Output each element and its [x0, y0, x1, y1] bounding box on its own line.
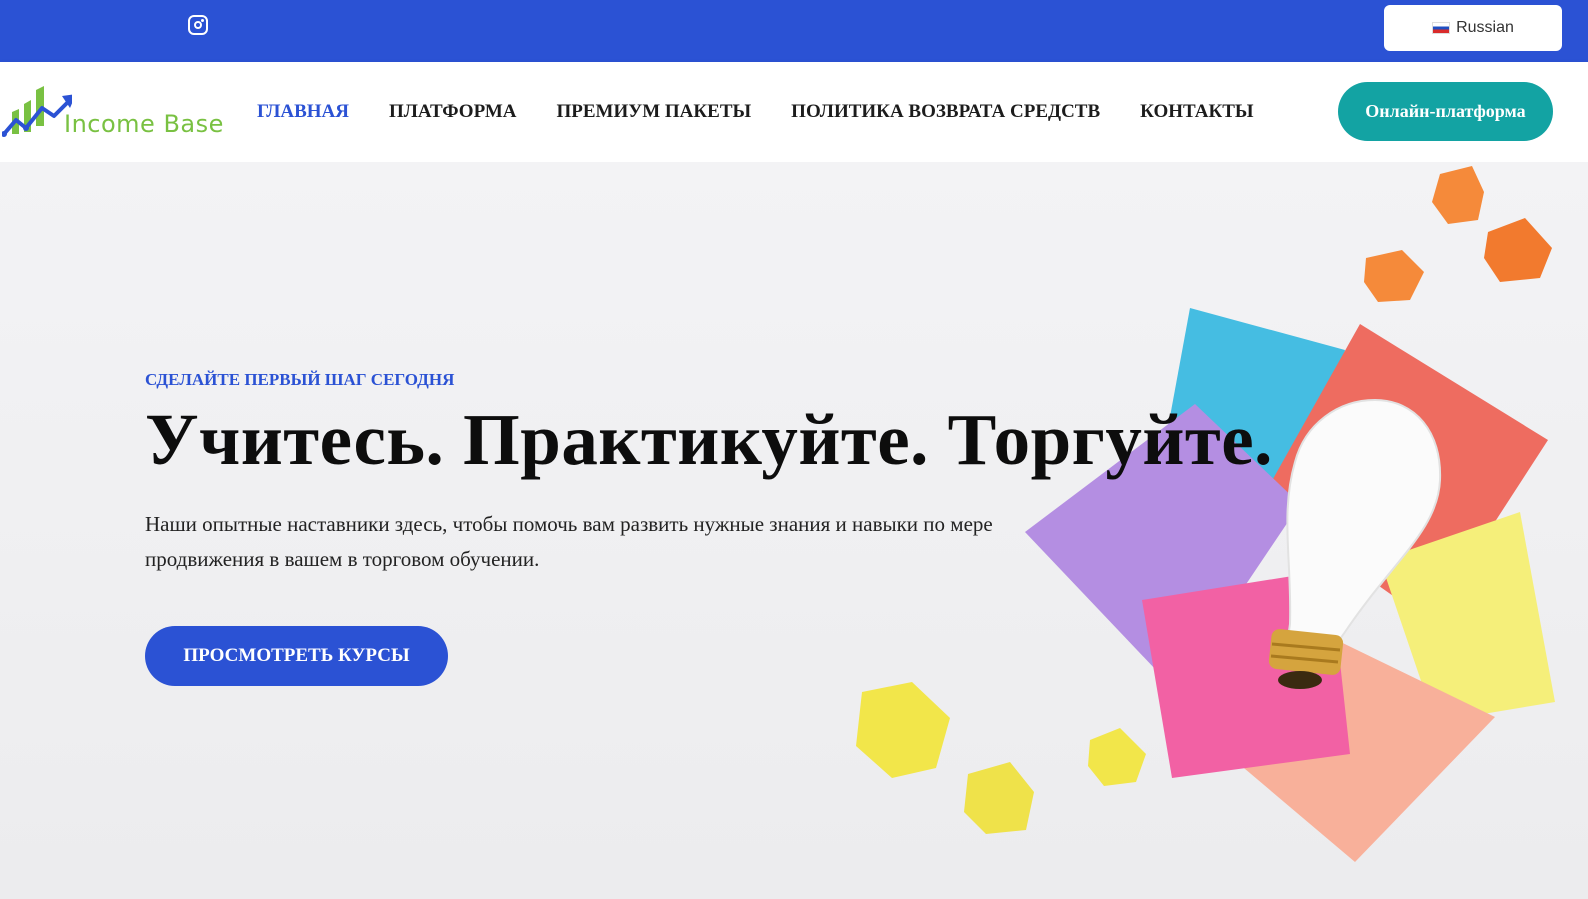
- view-courses-button[interactable]: ПРОСМОТРЕТЬ КУРСЫ: [145, 626, 448, 686]
- nav-item-contacts[interactable]: КОНТАКТЫ: [1140, 101, 1253, 123]
- instagram-icon[interactable]: [188, 15, 208, 35]
- hero-section: СДЕЛАЙТЕ ПЕРВЫЙ ШАГ СЕГОДНЯ Учитесь. Пра…: [0, 162, 1588, 899]
- nav-item-refund-policy[interactable]: ПОЛИТИКА ВОЗВРАТА СРЕДСТВ: [791, 101, 1100, 123]
- language-label: Russian: [1456, 19, 1514, 36]
- crumpled-paper-yellow: [856, 682, 1146, 834]
- language-selector[interactable]: Russian: [1384, 5, 1562, 51]
- hero-kicker: СДЕЛАЙТЕ ПЕРВЫЙ ШАГ СЕГОДНЯ: [145, 370, 455, 389]
- site-logo[interactable]: Income Base: [1, 82, 242, 142]
- russia-flag-icon: [1432, 22, 1451, 34]
- nav-item-premium-packages[interactable]: ПРЕМИУМ ПАКЕТЫ: [556, 101, 751, 123]
- hero-headline: Учитесь. Практикуйте. Торгуйте.: [145, 399, 1273, 480]
- hero-description: Наши опытные наставники здесь, чтобы пом…: [145, 512, 993, 571]
- logo-chart-icon: [1, 86, 76, 137]
- top-bar: Russian: [0, 0, 1588, 62]
- site-header: Income Base ГЛАВНАЯ ПЛАТФОРМА ПРЕМИУМ ПА…: [0, 62, 1588, 162]
- nav-item-platform[interactable]: ПЛАТФОРМА: [389, 101, 516, 123]
- crumpled-paper-orange: [1364, 166, 1552, 302]
- online-platform-button[interactable]: Онлайн-платформа: [1338, 82, 1553, 141]
- main-nav: ГЛАВНАЯ ПЛАТФОРМА ПРЕМИУМ ПАКЕТЫ ПОЛИТИК…: [257, 62, 1294, 162]
- logo-text: Income Base: [64, 110, 224, 138]
- nav-item-home[interactable]: ГЛАВНАЯ: [257, 101, 349, 123]
